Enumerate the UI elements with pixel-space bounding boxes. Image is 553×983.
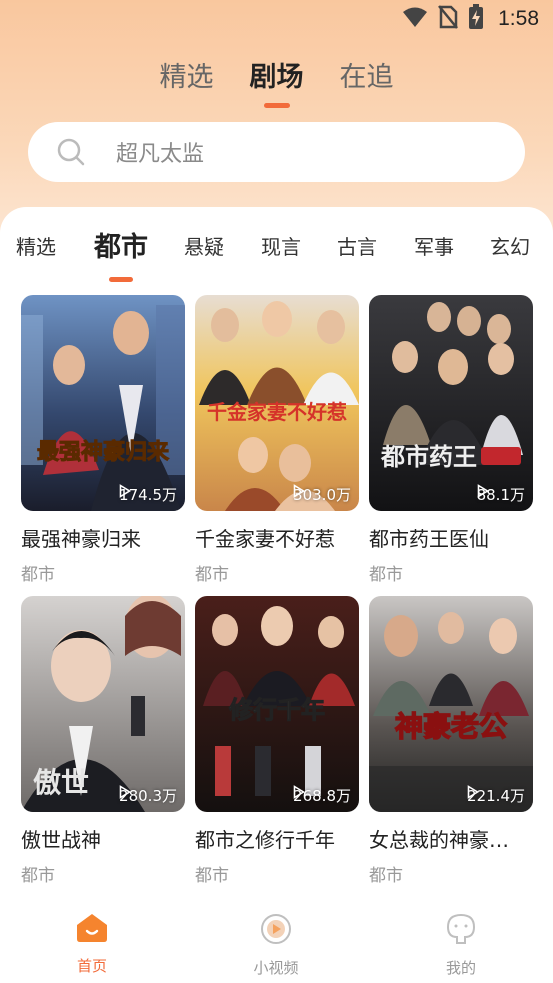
play-icon (477, 484, 489, 498)
drama-card[interactable]: 修行千年 268.8万 都市之修行千年 都市 (195, 596, 359, 886)
drama-card[interactable]: 傲世 280.3万 傲世战神 都市 (21, 596, 185, 886)
drama-genre: 都市 (369, 565, 403, 585)
tab-featured[interactable]: 精选 (160, 58, 214, 108)
bottom-nav: 首页 小视频 我的 (0, 907, 553, 983)
wifi-icon (402, 6, 428, 32)
drama-poster[interactable]: 傲世 280.3万 (21, 596, 185, 812)
category-featured[interactable]: 精选 (16, 231, 56, 260)
drama-title[interactable]: 傲世战神 (21, 824, 185, 853)
drama-card[interactable]: 都市药王 88.1万 都市药王医仙 都市 (369, 295, 533, 585)
play-icon (467, 785, 480, 799)
home-icon (76, 913, 108, 947)
tab-label: 剧场 (249, 62, 304, 93)
tab-theater[interactable]: 剧场 (250, 58, 304, 108)
category-indicator (109, 277, 133, 282)
nav-short-video[interactable]: 小视频 (226, 913, 326, 978)
drama-poster[interactable]: 修行千年 268.8万 (195, 596, 359, 812)
category-tabs: 精选 都市 悬疑 现言 古言 军事 玄幻 (0, 221, 553, 282)
play-icon (119, 484, 132, 498)
view-count: 268.8万 (293, 785, 351, 806)
poster-title-art: 千金家妻不好惹 (207, 400, 347, 424)
play-icon (119, 785, 132, 799)
view-count: 221.4万 (467, 785, 525, 806)
poster-title-art: 傲世 (33, 766, 89, 799)
view-count: 280.3万 (119, 785, 177, 806)
category-military[interactable]: 军事 (414, 231, 454, 260)
drama-poster[interactable]: 最强神豪归来 174.5万 (21, 295, 185, 511)
top-tabs: 精选 剧场 在追 (0, 58, 553, 108)
tab-label: 在追 (339, 62, 394, 93)
drama-card[interactable]: 千金家妻不好惹 303.0万 千金家妻不好惹 都市 (195, 295, 359, 585)
category-modern-romance[interactable]: 现言 (261, 231, 301, 260)
nav-short-video-label: 小视频 (253, 959, 299, 977)
poster-title-art: 神豪老公 (395, 710, 507, 743)
drama-title[interactable]: 女总裁的神豪… (369, 824, 533, 853)
search-bar[interactable]: 超凡太监 (28, 122, 525, 182)
content-panel: 精选 都市 悬疑 现言 古言 军事 玄幻 最强神豪归来 174.5万 最强神豪归… (0, 207, 553, 907)
drama-title[interactable]: 千金家妻不好惹 (195, 523, 359, 552)
play-icon (293, 484, 306, 498)
drama-poster[interactable]: 千金家妻不好惹 303.0万 (195, 295, 359, 511)
tab-label: 精选 (159, 62, 214, 93)
tab-indicator (263, 103, 290, 108)
drama-title[interactable]: 都市药王医仙 (369, 523, 533, 552)
battery-charging-icon (468, 4, 484, 34)
drama-card[interactable]: 神豪老公 221.4万 女总裁的神豪… 都市 (369, 596, 533, 886)
nav-home[interactable]: 首页 (42, 913, 142, 976)
poster-title-art: 修行千年 (228, 696, 325, 724)
status-time: 1:58 (498, 7, 539, 30)
view-count: 174.5万 (119, 484, 177, 505)
play-icon (293, 785, 306, 799)
nav-profile-label: 我的 (445, 959, 476, 977)
drama-genre: 都市 (369, 866, 403, 886)
category-fantasy[interactable]: 玄幻 (490, 231, 530, 260)
nav-profile[interactable]: 我的 (411, 913, 511, 978)
search-placeholder: 超凡太监 (116, 142, 205, 167)
drama-card[interactable]: 最强神豪归来 174.5万 最强神豪归来 都市 (21, 295, 185, 585)
play-circle-icon (260, 913, 292, 949)
drama-genre: 都市 (21, 565, 55, 585)
view-count: 303.0万 (293, 484, 351, 505)
status-bar: 1:58 (0, 0, 553, 38)
profile-icon (445, 913, 477, 949)
drama-title[interactable]: 最强神豪归来 (21, 523, 185, 552)
drama-genre: 都市 (195, 866, 229, 886)
search-icon (56, 137, 86, 167)
drama-poster[interactable]: 都市药王 88.1万 (369, 295, 533, 511)
drama-genre: 都市 (195, 565, 229, 585)
category-ancient-romance[interactable]: 古言 (337, 231, 377, 260)
category-suspense[interactable]: 悬疑 (184, 231, 224, 260)
view-count: 88.1万 (477, 484, 525, 505)
drama-genre: 都市 (21, 866, 55, 886)
drama-title[interactable]: 都市之修行千年 (195, 824, 359, 853)
poster-title-art: 都市药王 (380, 443, 477, 471)
poster-title-art: 最强神豪归来 (37, 439, 170, 465)
no-sim-icon (438, 5, 459, 33)
tab-following[interactable]: 在追 (340, 58, 394, 108)
category-city[interactable]: 都市 (94, 225, 148, 264)
nav-home-label: 首页 (76, 957, 107, 975)
drama-poster[interactable]: 神豪老公 221.4万 (369, 596, 533, 812)
